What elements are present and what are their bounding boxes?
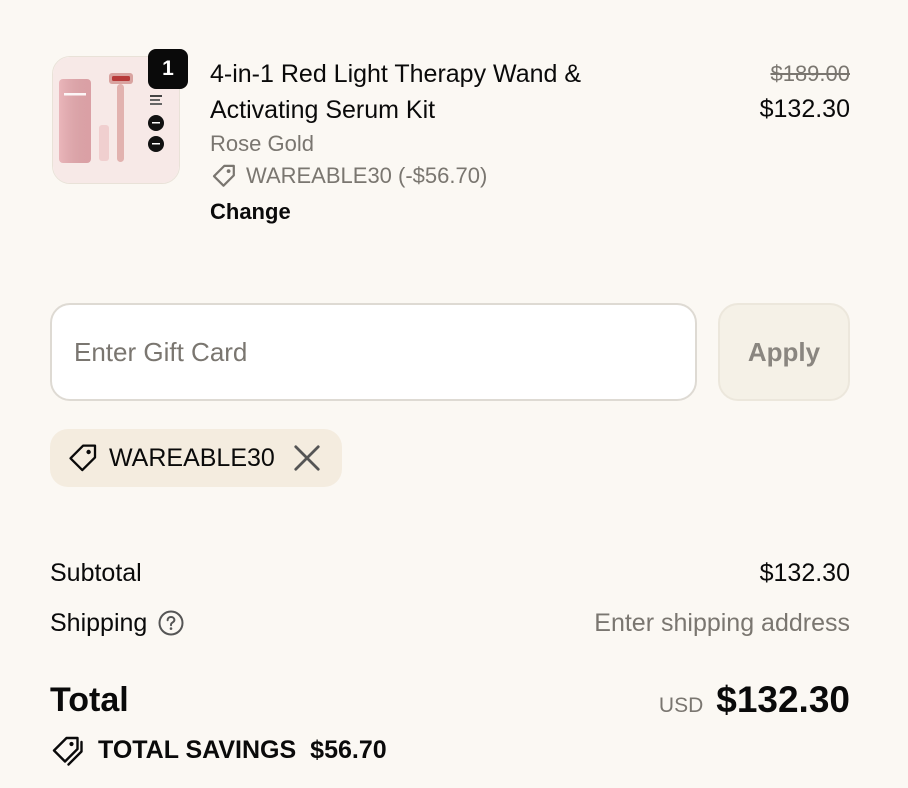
remove-discount-button[interactable] — [292, 443, 322, 473]
tag-icon — [69, 444, 97, 472]
shipping-label-group: Shipping — [50, 609, 185, 638]
total-savings-label: TOTAL SAVINGS — [98, 735, 297, 764]
subtotal-value: $132.30 — [759, 558, 850, 587]
line-item-discount: WAREABLE30 (-$56.70) — [210, 160, 680, 192]
line-item-discount-text: WAREABLE30 (-$56.70) — [246, 163, 488, 188]
total-savings-row: TOTAL SAVINGS $56.70 — [50, 730, 387, 770]
applied-discount-chip: WAREABLE30 — [50, 429, 342, 487]
total-label: Total — [50, 680, 129, 719]
close-icon — [294, 445, 320, 471]
subtotal-label: Subtotal — [50, 558, 142, 587]
subtotal-row: Subtotal $132.30 — [50, 555, 850, 591]
change-link[interactable]: Change — [210, 199, 291, 225]
product-prices: $189.00 $132.30 — [760, 56, 850, 126]
tag-icon — [212, 164, 235, 187]
total-savings-amount: $56.70 — [310, 735, 387, 764]
currency-code: USD — [658, 694, 704, 717]
total-row: Total USD $132.30 — [50, 676, 850, 724]
total-amount: $132.30 — [716, 679, 850, 720]
gift-card-input[interactable] — [50, 303, 697, 401]
original-price: $189.00 — [770, 61, 850, 86]
shipping-row: Shipping Enter shipping address — [50, 605, 850, 641]
product-details: 4-in-1 Red Light Therapy Wand & Activati… — [210, 56, 680, 225]
total-value-group: USD $132.30 — [659, 679, 850, 721]
apply-button[interactable]: Apply — [718, 303, 850, 401]
quantity-badge: 1 — [148, 49, 188, 89]
tags-icon — [52, 736, 83, 766]
cart-line-item: 1 4-in-1 Red Light Therapy Wand & Activa… — [52, 49, 850, 246]
product-variant: Rose Gold — [210, 131, 314, 156]
shipping-label: Shipping — [50, 608, 148, 637]
discount-code: WAREABLE30 — [109, 443, 275, 472]
current-price: $132.30 — [759, 95, 850, 123]
product-thumbnail-wrapper: 1 — [52, 49, 188, 184]
product-title: 4-in-1 Red Light Therapy Wand & Activati… — [210, 60, 582, 124]
shipping-value: Enter shipping address — [594, 608, 850, 637]
question-circle-icon[interactable] — [157, 609, 185, 637]
